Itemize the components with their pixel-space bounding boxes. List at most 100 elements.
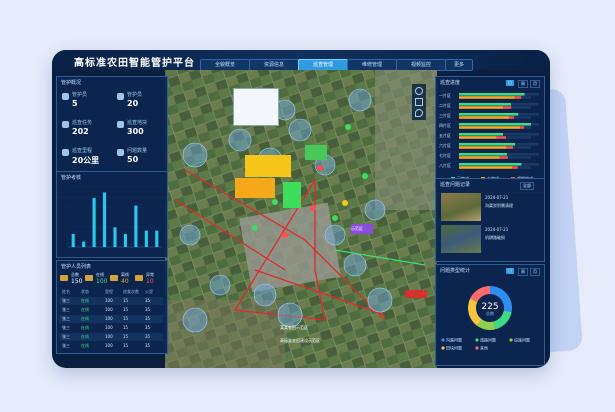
table-cell: 15: [123, 298, 129, 303]
task-icon: [62, 121, 69, 128]
progress-done: [459, 153, 507, 156]
bar-chart-panel: 管护考核: [56, 171, 168, 258]
legend-dot: [441, 338, 445, 342]
table-cell: 张三: [62, 343, 70, 348]
table-cell: 15: [123, 343, 129, 348]
events-filter-select[interactable]: 全部: [520, 182, 534, 190]
bar: [134, 205, 138, 247]
map-legend-popup[interactable]: [233, 88, 279, 126]
legend-label: 设施问题: [514, 337, 530, 343]
staff-icon: [62, 93, 69, 100]
bar-chart-title: 管护考核: [61, 175, 82, 181]
legend-dot: [475, 338, 479, 342]
donut-slice: [468, 298, 482, 326]
table-cell: 在线: [81, 334, 89, 339]
table-cell: 35: [145, 307, 151, 312]
bar: [102, 192, 107, 247]
table-cell: 100: [105, 316, 113, 321]
layers-icon[interactable]: [415, 87, 423, 95]
stat-label: 问题数量: [127, 148, 148, 154]
table-cell: 35: [145, 298, 151, 303]
legend-dot: [441, 346, 445, 350]
events-title: 巡查问题记录: [440, 182, 471, 188]
staff-icon: [117, 93, 124, 100]
stat-value: 20公里: [72, 156, 100, 165]
person-icon: [60, 275, 68, 281]
donut-slice: [470, 286, 490, 303]
tab-day[interactable]: 日: [506, 80, 514, 86]
table-cell: 35: [145, 316, 151, 321]
tab-month[interactable]: 月: [530, 268, 540, 276]
map-label-demo: 高标准农田建设示范区: [280, 338, 320, 343]
table-cell: 张三: [62, 334, 70, 339]
table-cell: 在线: [81, 316, 89, 321]
events-panel: 巡查问题记录 全部 2024-07-21 沟渠淤积需清理 2024-07-21 …: [435, 178, 545, 262]
event-date: 2024-07-21: [485, 227, 509, 232]
personnel-panel: 管护人员列表 总数 150 在线 100 离线 40 异常 10 姓名 状态 里程 巡查次数 公里 张三…: [56, 260, 168, 354]
progress-done: [459, 133, 503, 136]
personnel-title: 管护人员列表: [61, 264, 92, 270]
donut-chart: 225总数沟渠问题 道路问题 设施问题田块问题 其他: [441, 286, 530, 351]
progress-overdue: [506, 146, 513, 149]
map-canvas: [165, 70, 437, 368]
table-cell: 35: [145, 343, 151, 348]
table-cell: 100: [105, 298, 113, 303]
legend-label: 田块问题: [446, 345, 462, 351]
table-header: 里程: [105, 289, 113, 294]
progress-late: [459, 136, 497, 139]
progress-overdue: [512, 166, 518, 169]
nav-more-button[interactable]: 更多: [445, 59, 473, 71]
progress-overdue: [499, 156, 508, 159]
progress-done: [459, 93, 525, 96]
stat-label: 巡查里程: [72, 148, 93, 154]
stat-label: 管护员: [72, 92, 88, 98]
tab-day[interactable]: 日: [506, 268, 514, 274]
progress-bars: 一片区二片区三片区四片区五片区六片区七片区八片区已完成未完成超期完成: [439, 92, 539, 181]
progress-label: 六片区: [439, 142, 451, 148]
table-cell: 35: [145, 325, 151, 330]
table-cell: 15: [123, 325, 129, 330]
bar: [71, 233, 75, 247]
route-icon: [62, 149, 69, 156]
table-cell: 在线: [81, 325, 89, 330]
table-cell: 在线: [81, 343, 89, 348]
event-date: 2024-07-21: [485, 195, 509, 200]
bar: [82, 241, 86, 247]
map-label-zone: 示范区: [351, 226, 363, 231]
locate-icon[interactable]: [415, 109, 423, 117]
issue-icon: [117, 149, 124, 156]
map-toolbar: [412, 84, 426, 120]
progress-panel: 巡查进度 日 周 月 一片区二片区三片区四片区五片区六片区七片区八片区已完成未完…: [435, 76, 545, 193]
table-cell: 张三: [62, 316, 70, 321]
tab-week[interactable]: 周: [518, 268, 528, 276]
donut-total-label: 总数: [486, 310, 494, 316]
table-cell: 张三: [62, 298, 70, 303]
progress-late: [459, 106, 504, 109]
table-cell: 15: [123, 316, 129, 321]
progress-label: 四片区: [439, 122, 451, 128]
event-desc: 沟渠淤积需清理: [485, 203, 513, 208]
zoom-icon[interactable]: [415, 98, 423, 106]
event-desc: 机耕路破损: [485, 235, 505, 240]
person-icon: [135, 275, 143, 281]
table-cell: 15: [123, 334, 129, 339]
progress-overdue: [496, 136, 506, 139]
table-cell: 100: [105, 334, 113, 339]
progress-late: [459, 146, 507, 149]
personnel-stat-value: 10: [146, 278, 154, 285]
tab-month[interactable]: 月: [530, 80, 540, 88]
tab-week[interactable]: 周: [518, 80, 528, 88]
satellite-map[interactable]: 某某农田示范区 高标准农田建设示范区 示范区: [165, 70, 437, 368]
plot-icon: [117, 121, 124, 128]
dashboard-screen: 高标准农田智能管护平台 全貌概览 资源信息 巡查管理 维修管理 视频监控 更多: [52, 50, 550, 368]
stat-value: 5: [72, 99, 78, 108]
table-cell: 100: [105, 343, 113, 348]
progress-overdue: [503, 106, 512, 109]
event-photo[interactable]: [441, 225, 481, 253]
legend-label: 沟渠问题: [446, 337, 462, 343]
stat-value: 50: [127, 155, 139, 164]
personnel-stat-value: 150: [71, 278, 83, 285]
progress-done: [459, 143, 515, 146]
table-header: 姓名: [62, 289, 70, 294]
event-photo[interactable]: [441, 193, 481, 221]
